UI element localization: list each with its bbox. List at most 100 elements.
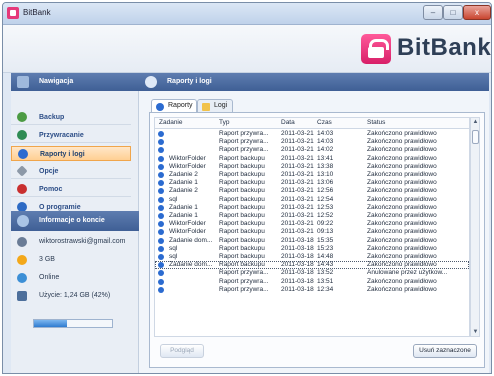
table-row[interactable]: Zadanie 1 Raport backupu 2011-03-21 12:52 Za… <box>155 212 469 220</box>
status-cell: Zakończono prawidłowo <box>367 261 437 269</box>
storage-icon <box>17 255 27 265</box>
task-cell: Zadanie 2 <box>169 187 198 195</box>
time-cell: 13:52 <box>317 269 334 277</box>
table-row[interactable]: WiktorFolder Raport backupu 2011-03-21 09:2… <box>155 220 469 228</box>
tab-reports[interactable]: Raporty <box>151 99 197 113</box>
time-cell: 13:10 <box>317 171 334 178</box>
usage-icon <box>17 291 27 301</box>
minimize-button[interactable]: – <box>423 5 443 20</box>
close-button[interactable]: x <box>463 5 491 20</box>
account-email: wiktorostrawski@gmail.com <box>39 238 126 245</box>
table-row[interactable]: sql Raport backupu 2011-03-18 15:23 Zakończo… <box>155 245 469 253</box>
table-row[interactable]: Zadanie 1 Raport backupu 2011-03-21 13:06 Za… <box>155 179 469 187</box>
date-cell: 2011-03-21 <box>281 212 314 219</box>
scroll-down-arrow-icon[interactable]: ▼ <box>472 328 479 336</box>
status-cell: Zakończono prawidłowo <box>367 220 437 228</box>
table-row[interactable]: WiktorFolder Raport backupu 2011-03-21 13:3… <box>155 163 469 171</box>
sidebar-item-label: Pomoc <box>39 186 63 193</box>
table-row[interactable]: Raport przywra... 2011-03-21 14:03 Zakończo… <box>155 138 469 146</box>
time-cell: 12:53 <box>317 203 334 211</box>
date-cell: 2011-03-21 <box>281 187 314 195</box>
type-cell: Raport backupu <box>219 203 265 211</box>
time-cell: 15:35 <box>317 236 334 244</box>
status-cell: Zakończono prawidłowo <box>367 195 437 203</box>
sidebar-item-restore[interactable]: Przywracanie <box>11 128 131 143</box>
time-cell: 12:52 <box>317 212 334 219</box>
table-row[interactable]: Zadanie dom... Raport backupu 2011-03-18 14… <box>155 261 469 270</box>
scroll-thumb[interactable] <box>472 130 479 144</box>
report-row-icon <box>158 180 164 187</box>
report-row-icon <box>158 237 164 244</box>
maximize-button[interactable]: □ <box>443 5 463 20</box>
time-cell: 13:06 <box>317 179 334 187</box>
table-row[interactable]: Zadanie 2 Raport backupu 2011-03-21 13:10 Za… <box>155 171 469 179</box>
title-bar[interactable]: BitBank – □ x <box>3 3 491 25</box>
reports-table[interactable]: Zadanie Typ Data Czas Status Raport przy… <box>154 117 470 337</box>
task-cell: Zadanie 1 <box>169 203 198 211</box>
table-scrollbar[interactable]: ▲ ▼ <box>470 117 480 337</box>
help-icon <box>17 184 27 194</box>
type-cell: Raport przywra... <box>219 285 269 293</box>
account-info-header: Informacje o koncie <box>11 211 139 231</box>
app-icon <box>7 7 19 19</box>
table-row[interactable]: Raport przywra... 2011-03-21 14:03 Zakończo… <box>155 130 469 138</box>
type-cell: Raport backupu <box>219 179 265 187</box>
type-cell: Raport backupu <box>219 228 265 236</box>
table-row[interactable]: Raport przywra... 2011-03-21 14:02 Zakończo… <box>155 146 469 154</box>
sidebar-item-backup[interactable]: Backup <box>11 110 131 125</box>
time-cell: 12:56 <box>317 187 334 195</box>
task-cell: sql <box>169 195 178 203</box>
table-row[interactable]: sql Raport backupu 2011-03-18 14:48 Zakończo… <box>155 253 469 261</box>
table-row[interactable]: Raport przywra... 2011-03-18 13:52 Anulowan… <box>155 269 469 277</box>
date-cell: 2011-03-21 <box>281 179 314 187</box>
column-header-status[interactable]: Status <box>367 119 421 126</box>
preview-button[interactable]: Podgląd <box>160 344 204 358</box>
type-cell: Raport backupu <box>219 253 265 260</box>
sidebar-item-options[interactable]: Opcje <box>11 164 131 179</box>
time-cell: 09:22 <box>317 220 334 228</box>
report-row-icon <box>158 188 164 195</box>
time-cell: 14:48 <box>317 253 334 260</box>
time-cell: 14:43 <box>317 261 334 269</box>
main-title: Raporty i logi <box>167 78 212 85</box>
account-status: Online <box>39 274 60 281</box>
sidebar-item-reports[interactable]: Raporty i logi <box>11 146 131 161</box>
status-cell: Zakończono prawidłowo <box>367 236 437 244</box>
column-header-date[interactable]: Data <box>281 119 311 126</box>
task-cell: Zadanie dom... <box>169 236 213 244</box>
sidebar-item-label: Przywracanie <box>39 132 84 139</box>
table-row[interactable]: WiktorFolder Raport backupu 2011-03-21 09:1… <box>155 228 469 236</box>
sidebar-item-label: Backup <box>39 114 65 121</box>
date-cell: 2011-03-18 <box>281 285 314 293</box>
table-row[interactable]: Zadanie dom... Raport backupu 2011-03-18 15… <box>155 237 469 245</box>
sidebar-item-help[interactable]: Pomoc <box>11 182 131 197</box>
window-title: BitBank <box>23 8 51 17</box>
type-cell: Raport backupu <box>219 195 265 203</box>
date-cell: 2011-03-18 <box>281 236 314 244</box>
table-row[interactable]: Raport przywra... 2011-03-18 12:34 Zakończo… <box>155 286 469 294</box>
date-cell: 2011-03-21 <box>281 130 314 137</box>
table-row[interactable]: Zadanie 2 Raport backupu 2011-03-21 12:56 Za… <box>155 187 469 195</box>
status-cell: Zakończono prawidłowo <box>367 162 437 170</box>
table-row[interactable]: WiktorFolder Raport backupu 2011-03-21 13:4… <box>155 155 469 163</box>
tab-logs[interactable]: Logi <box>197 99 233 112</box>
report-row-icon <box>158 155 164 162</box>
app-header: BitBank <box>3 25 491 73</box>
reports-tab-icon <box>156 103 164 111</box>
account-email-row: wiktorostrawski@gmail.com <box>11 235 139 249</box>
options-icon <box>16 165 28 177</box>
status-cell: Zakończono prawidłowo <box>367 244 437 252</box>
report-row-icon <box>158 204 164 211</box>
account-info-title: Informacje o koncie <box>39 217 105 224</box>
column-header-task[interactable]: Zadanie <box>159 119 203 126</box>
column-header-time[interactable]: Czas <box>317 119 345 126</box>
scroll-up-arrow-icon[interactable]: ▲ <box>472 118 479 126</box>
delete-selected-button[interactable]: Usuń zaznaczone <box>413 344 477 358</box>
column-header-type[interactable]: Typ <box>219 119 271 126</box>
table-row[interactable]: sql Raport backupu 2011-03-21 12:54 Zakończo… <box>155 196 469 204</box>
time-cell: 14:02 <box>317 146 334 154</box>
table-row[interactable]: Raport przywra... 2011-03-18 13:51 Zakończo… <box>155 278 469 286</box>
report-row-icon <box>158 131 164 137</box>
date-cell: 2011-03-18 <box>281 244 314 252</box>
table-row[interactable]: Zadanie 1 Raport backupu 2011-03-21 12:53 Za… <box>155 204 469 212</box>
